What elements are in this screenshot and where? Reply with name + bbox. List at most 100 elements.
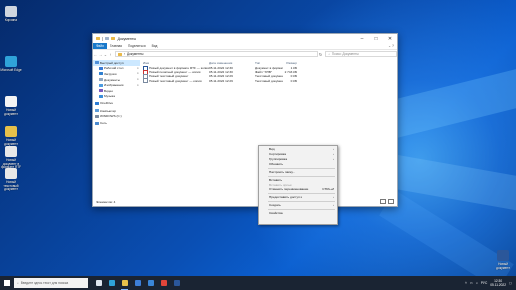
edge-taskbar-icon[interactable]	[107, 279, 116, 288]
context-menu-item[interactable]: Отменить переименование CTRL+Z	[259, 187, 337, 192]
taskbar-search-box[interactable]: ⌕ Введите здесь текст для поиска	[14, 278, 88, 288]
search-icon: ⌕	[17, 281, 19, 285]
clock-date: 05.11.2022	[490, 283, 506, 287]
nav-item-label: Музыка	[104, 94, 115, 99]
desktop-icon-right[interactable]: Новый документ	[492, 250, 514, 270]
desktop-icon[interactable]: Новый текстовый документ	[0, 168, 22, 192]
app-glyph-icon	[121, 280, 128, 286]
context-menu-item-label: Сортировка	[269, 152, 286, 157]
address-bar[interactable]: › Документы	[114, 51, 318, 57]
large-icons-view-icon[interactable]	[388, 198, 394, 205]
folder-icon	[5, 126, 17, 137]
submenu-arrow-icon: ›	[333, 152, 334, 157]
desktop-icon-label: Новый документ	[4, 108, 18, 116]
pin-icon: ✦	[136, 78, 139, 82]
minimize-button[interactable]: –	[355, 34, 369, 43]
column-header-name[interactable]: Имя	[141, 61, 209, 65]
network-icon[interactable]: ▭	[470, 281, 473, 285]
context-menu-item[interactable]: Обновить	[259, 162, 337, 167]
file-row[interactable]: Новый текстовый документ — копия 05.11.20…	[141, 78, 394, 84]
nav-item[interactable]: OneDrive	[93, 101, 140, 107]
notifications-icon[interactable]: ▢	[509, 281, 512, 285]
new-folder-icon[interactable]	[110, 36, 115, 41]
close-button[interactable]: ✕	[383, 34, 397, 43]
desktop-icon[interactable]: Корзина	[0, 6, 22, 23]
context-menu-item[interactable]: Настроить папку...	[259, 169, 337, 174]
up-icon[interactable]: ↑	[108, 52, 113, 57]
column-header-size[interactable]: Размер	[283, 61, 297, 65]
maximize-button[interactable]: □	[369, 34, 383, 43]
status-text: Элементов: 4	[96, 199, 116, 204]
address-row: ← → ⌄ ↑ › Документы ↻ ⌕ Поиск: Документы	[93, 50, 397, 58]
file-type: Текстовый документ	[255, 78, 283, 83]
shortcut-label: CTRL+Z	[322, 187, 334, 192]
computer-icon	[95, 109, 99, 113]
expand-ribbon-icon[interactable]: ⌄ ?	[388, 44, 394, 48]
word-taskbar-icon[interactable]	[172, 279, 181, 288]
status-bar: Элементов: 4	[96, 198, 394, 205]
chevron-up-icon[interactable]: ˄	[465, 281, 467, 285]
desktop-icon	[99, 66, 103, 70]
navigation-pane[interactable]: Быстрый доступ Рабочий стол ✦ Загрузки ✦ Доку…	[93, 60, 140, 197]
tab-share[interactable]: Поделиться	[125, 44, 149, 48]
menu-separator	[268, 193, 335, 194]
nav-item-label: Документы	[104, 77, 120, 82]
explorer-taskbar-icon[interactable]	[120, 279, 129, 290]
title-bar[interactable]: Документы – □ ✕	[93, 34, 397, 43]
file-name: Новый текстовый документ — копия	[149, 78, 202, 83]
document-icon	[5, 96, 17, 107]
download-icon	[99, 72, 103, 76]
search-input[interactable]: ⌕ Поиск: Документы	[325, 51, 397, 57]
language-indicator[interactable]: РУС	[481, 281, 487, 285]
windows-logo-icon	[4, 280, 10, 286]
refresh-icon[interactable]: ↻	[318, 52, 324, 57]
context-menu-item[interactable]: Предоставить доступ к ›	[259, 195, 337, 200]
desktop-icon-label: Корзина	[4, 18, 18, 22]
context-menu-item[interactable]: Свойства	[259, 210, 337, 215]
quick-access-toolbar	[96, 36, 115, 41]
column-header-type[interactable]: Тип	[255, 61, 283, 65]
column-header-date[interactable]: Дата изменения	[209, 61, 255, 65]
nav-item-label: WINDOWS (C:)	[100, 114, 122, 119]
context-menu-item-label: Отменить переименование	[269, 187, 309, 192]
context-menu-item-label: Вид	[269, 147, 275, 152]
tab-home[interactable]: Главная	[107, 44, 125, 48]
context-menu[interactable]: Вид › Сортировка › Группировка › Обновить Настр…	[258, 145, 338, 225]
folder-icon	[96, 36, 100, 41]
context-menu-item-label: Вставить ярлык	[269, 182, 292, 187]
desktop[interactable]: Корзина Microsoft Edge Новый документ Новый…	[0, 0, 516, 276]
explorer-window[interactable]: Документы – □ ✕ Файл Главная Поделиться …	[92, 33, 398, 207]
nav-item-label: Сеть	[100, 121, 107, 126]
tab-view[interactable]: Вид	[149, 44, 161, 48]
volume-icon[interactable]: ◖	[476, 281, 478, 285]
details-view-icon[interactable]	[380, 198, 386, 205]
app-glyph-icon	[95, 280, 102, 286]
search-placeholder: Поиск: Документы	[331, 52, 359, 56]
store-taskbar-icon[interactable]	[133, 279, 142, 288]
tab-file[interactable]: Файл	[93, 43, 107, 49]
start-button[interactable]	[0, 276, 14, 290]
submenu-arrow-icon: ›	[333, 147, 334, 152]
nav-item[interactable]: Музыка	[93, 94, 140, 100]
clock[interactable]: 12:30 05.11.2022	[490, 279, 506, 287]
app-glyph-icon	[173, 280, 180, 286]
window-controls: – □ ✕	[355, 34, 397, 43]
app-glyph-icon	[108, 280, 115, 286]
app-glyph-icon	[160, 280, 167, 286]
desktop-icon[interactable]: Новый документ в формате RTF	[0, 146, 22, 170]
properties-icon[interactable]	[104, 36, 109, 41]
submenu-arrow-icon: ›	[333, 195, 334, 200]
ribbon-tabs: Файл Главная Поделиться Вид ⌄ ?	[93, 43, 397, 50]
taskbar: ⌕ Введите здесь текст для поиска ˄ ▭ ◖ Р…	[0, 276, 516, 290]
nav-item[interactable]: Сеть	[93, 120, 140, 126]
app-glyph-icon	[134, 280, 141, 286]
nav-item[interactable]: WINDOWS (C:)	[93, 113, 140, 119]
desktop-icon[interactable]: Новый документ	[0, 126, 22, 146]
chrome-taskbar-icon[interactable]	[159, 279, 168, 288]
context-menu-item[interactable]: Создать ›	[259, 203, 337, 208]
task-view-icon[interactable]	[94, 279, 103, 288]
desktop-icon[interactable]: Microsoft Edge	[0, 56, 22, 73]
context-menu-item-label: Предоставить доступ к	[269, 195, 302, 200]
desktop-icon[interactable]: Новый документ	[0, 96, 22, 116]
mail-taskbar-icon[interactable]	[146, 279, 155, 288]
